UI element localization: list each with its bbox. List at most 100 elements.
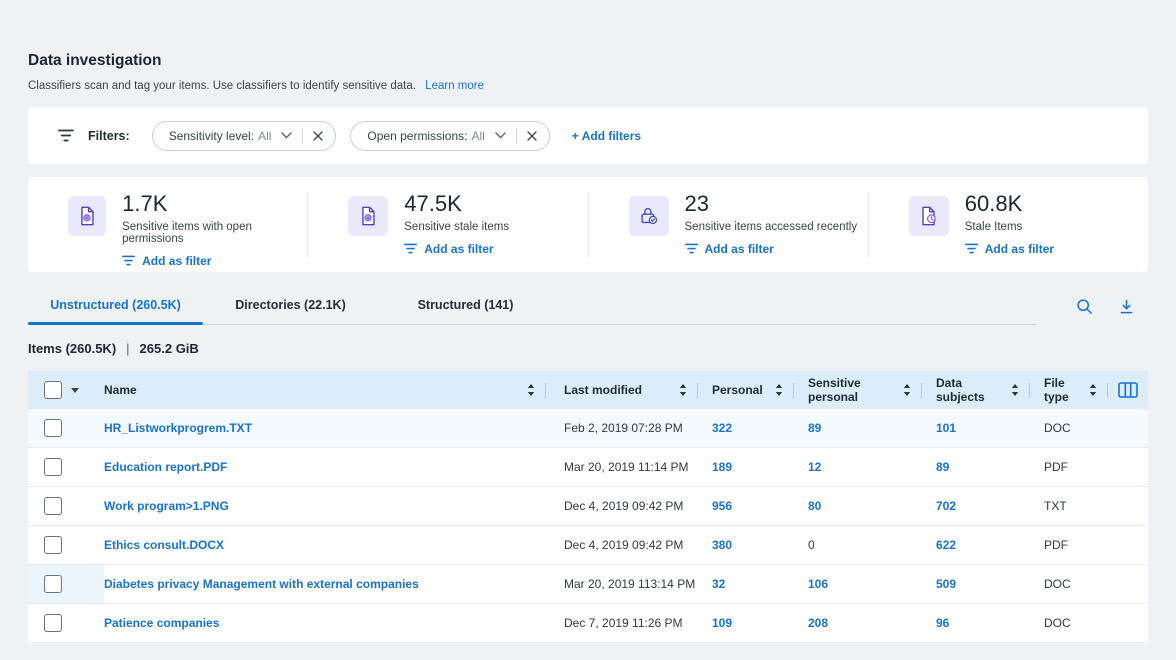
tabs-row: Unstructured (260.5K) Directories (22.1K…	[28, 288, 1148, 325]
sort-icon[interactable]	[903, 384, 911, 396]
row-select-cell	[28, 419, 104, 437]
table-row: Education report.PDF Mar 20, 2019 11:14 P…	[28, 448, 1148, 487]
sensitive-personal-count-cell: 12	[794, 460, 922, 474]
row-checkbox[interactable]	[44, 458, 62, 476]
header-sensitive-personal[interactable]: Sensitive personal	[794, 376, 922, 404]
file-name-link[interactable]: Education report.PDF	[104, 460, 227, 474]
table-row: Work program>1.PNG Dec 4, 2019 09:42 PM 95…	[28, 487, 1148, 526]
sort-icon[interactable]	[1089, 384, 1097, 396]
tab-list: Unstructured (260.5K) Directories (22.1K…	[28, 288, 1036, 325]
header-personal[interactable]: Personal	[698, 383, 794, 398]
file-type-cell: PDF	[1030, 460, 1108, 474]
header-name[interactable]: Name	[104, 383, 550, 398]
stale-file-clock-icon	[909, 196, 949, 236]
row-checkbox[interactable]	[44, 497, 62, 515]
table-row: Ethics consult.DOCXDec 4, 2019 09:42 PM3…	[28, 526, 1148, 565]
data-subjects-count-link[interactable]: 101	[936, 421, 956, 435]
sensitive-personal-count-link[interactable]: 208	[808, 616, 828, 630]
add-as-filter-button[interactable]: Add as filter	[404, 242, 509, 256]
select-menu-caret-icon[interactable]	[71, 388, 79, 393]
personal-count-link[interactable]: 956	[712, 499, 732, 513]
filter-chip-sensitivity-level[interactable]: Sensitivity level: All	[152, 121, 337, 151]
last-modified-cell: Dec 7, 2019 11:26 PM	[550, 616, 698, 630]
personal-count-link[interactable]: 32	[712, 577, 725, 591]
tab-directories[interactable]: Directories (22.1K)	[203, 288, 378, 324]
chevron-down-icon[interactable]	[495, 132, 506, 139]
data-subjects-count-link[interactable]: 622	[936, 538, 956, 552]
sensitive-personal-count-link[interactable]: 12	[808, 460, 821, 474]
personal-count-cell: 380	[698, 538, 794, 552]
header-file-type[interactable]: File type	[1030, 376, 1108, 404]
add-filters-button[interactable]: + Add filters	[572, 129, 641, 143]
file-type-cell: DOC	[1030, 421, 1108, 435]
sort-icon[interactable]	[679, 384, 687, 396]
row-checkbox[interactable]	[44, 575, 62, 593]
learn-more-link[interactable]: Learn more	[425, 80, 484, 92]
personal-count-link[interactable]: 380	[712, 538, 732, 552]
file-name-link[interactable]: Ethics consult.DOCX	[104, 538, 224, 552]
file-type-value: DOC	[1044, 577, 1071, 591]
sort-icon[interactable]	[775, 384, 783, 396]
data-subjects-count-link[interactable]: 509	[936, 577, 956, 591]
data-subjects-count-cell: 509	[922, 577, 1030, 591]
funnel-icon	[685, 243, 698, 254]
filter-chip-open-permissions[interactable]: Open permissions: All	[350, 121, 549, 151]
personal-count-link[interactable]: 109	[712, 616, 732, 630]
download-icon[interactable]	[1119, 299, 1134, 315]
file-type-cell: DOC	[1030, 616, 1108, 630]
page-header: Data investigation Classifiers scan and …	[28, 0, 1148, 92]
personal-count-cell: 189	[698, 460, 794, 474]
data-subjects-count-link[interactable]: 96	[936, 616, 949, 630]
add-as-filter-button[interactable]: Add as filter	[685, 242, 858, 256]
row-checkbox[interactable]	[44, 614, 62, 632]
filter-chip-name: Open permissions:	[367, 129, 467, 143]
add-as-filter-button[interactable]: Add as filter	[122, 254, 307, 268]
row-select-cell	[28, 458, 104, 476]
row-checkbox[interactable]	[44, 419, 62, 437]
funnel-icon	[965, 243, 978, 254]
file-name-link[interactable]: Patience companies	[104, 616, 219, 630]
filter-chip-value: All	[471, 129, 484, 143]
close-icon[interactable]	[527, 131, 537, 141]
file-type-value: DOC	[1044, 616, 1071, 630]
row-select-cell	[28, 614, 104, 632]
tab-unstructured[interactable]: Unstructured (260.5K)	[28, 288, 203, 324]
last-modified-cell: Dec 4, 2019 09:42 PM	[550, 499, 698, 513]
page-subtitle: Classifiers scan and tag your items. Use…	[28, 80, 1148, 92]
select-all-checkbox[interactable]	[44, 381, 62, 399]
column-settings-icon[interactable]	[1118, 382, 1138, 398]
data-subjects-count-link[interactable]: 89	[936, 460, 949, 474]
file-type-cell: DOC	[1030, 577, 1108, 591]
last-modified-value: Mar 20, 2019 11:14 PM	[564, 460, 689, 474]
sensitive-personal-count-link[interactable]: 80	[808, 499, 821, 513]
header-columns-cell	[1108, 382, 1148, 398]
file-name-link[interactable]: HR_Listworkprogrem.TXT	[104, 421, 252, 435]
row-checkbox[interactable]	[44, 536, 62, 554]
file-type-cell: PDF	[1030, 538, 1108, 552]
add-as-filter-button[interactable]: Add as filter	[965, 242, 1054, 256]
filter-bar: Filters: Sensitivity level: All Open per…	[28, 107, 1148, 164]
sensitive-personal-count-link[interactable]: 106	[808, 577, 828, 591]
personal-count-link[interactable]: 189	[712, 460, 732, 474]
sort-icon[interactable]	[527, 384, 535, 396]
sensitive-personal-count-link[interactable]: 89	[808, 421, 821, 435]
header-last-modified[interactable]: Last modified	[550, 383, 698, 398]
tab-structured[interactable]: Structured (141)	[378, 288, 553, 324]
sort-icon[interactable]	[1011, 384, 1019, 396]
search-icon[interactable]	[1076, 298, 1093, 315]
close-icon[interactable]	[313, 131, 323, 141]
header-data-subjects[interactable]: Data subjects	[922, 376, 1030, 404]
filter-funnel-icon	[58, 129, 74, 142]
personal-count-cell: 322	[698, 421, 794, 435]
data-subjects-count-link[interactable]: 702	[936, 499, 956, 513]
filter-chip-value: All	[258, 129, 271, 143]
file-name-link[interactable]: Diabetes privacy Management with externa…	[104, 577, 419, 591]
sensitive-personal-count-cell: 0	[794, 538, 922, 552]
file-name-link[interactable]: Work program>1.PNG	[104, 499, 229, 513]
personal-count-cell: 109	[698, 616, 794, 630]
file-type-cell: TXT	[1030, 499, 1108, 513]
personal-count-link[interactable]: 322	[712, 421, 732, 435]
chevron-down-icon[interactable]	[281, 132, 292, 139]
chip-divider	[302, 128, 303, 144]
name-cell: Work program>1.PNG	[104, 499, 550, 513]
